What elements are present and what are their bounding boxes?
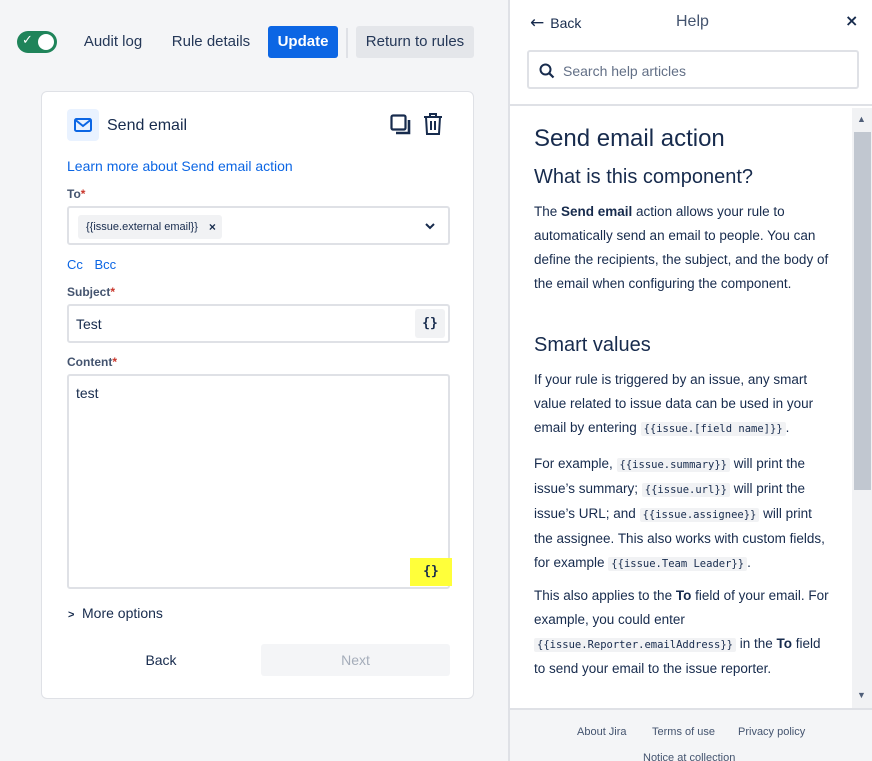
remove-chip-icon[interactable]: ×	[209, 215, 216, 239]
help-search-input[interactable]: Search help articles	[527, 50, 859, 89]
content-textarea[interactable]: test {}	[67, 374, 452, 589]
chevron-right-icon: >	[68, 609, 75, 621]
arrow-left-icon: ←	[530, 13, 545, 33]
bcc-link[interactable]: Bcc	[95, 257, 117, 272]
search-placeholder: Search help articles	[563, 63, 686, 79]
rule-details-button[interactable]: Rule details	[165, 26, 257, 58]
audit-log-button[interactable]: Audit log	[74, 26, 152, 58]
recipient-chip-label: {{issue.external email}}	[86, 221, 198, 233]
content-label: Content*	[67, 355, 117, 369]
next-button[interactable]: Next	[261, 644, 450, 676]
chevron-down-icon[interactable]	[424, 222, 436, 230]
send-email-card: Send email Learn more about Send email a…	[41, 91, 474, 699]
content-smart-value-button[interactable]: {}	[410, 558, 452, 586]
subject-smart-value-button[interactable]: {}	[415, 309, 445, 338]
help-panel: ← Back Help × Search help articles Send e…	[508, 0, 872, 761]
terms-link[interactable]: Terms of use	[652, 726, 715, 738]
component-title: Send email	[107, 117, 188, 134]
check-icon: ✓	[22, 33, 33, 48]
cc-bcc-links: Cc Bcc	[67, 257, 124, 272]
return-to-rules-button[interactable]: Return to rules	[356, 26, 474, 58]
more-options-toggle[interactable]: > More options	[68, 605, 163, 621]
copy-icon[interactable]	[390, 114, 412, 139]
trash-icon[interactable]	[422, 112, 444, 139]
subject-input[interactable]: Test {}	[67, 304, 450, 343]
help-footer: About Jira Terms of use Privacy policy N…	[510, 708, 872, 761]
help-back-button[interactable]: ← Back	[530, 13, 581, 33]
help-title: Help	[676, 13, 709, 30]
help-article: Send email action What is this component…	[510, 108, 852, 708]
subject-label: Subject*	[67, 285, 116, 299]
search-icon	[539, 63, 555, 79]
scroll-down-icon[interactable]: ▼	[857, 690, 866, 700]
help-header: ← Back Help × Search help articles	[510, 0, 872, 106]
to-recipients-select[interactable]: {{issue.external email}} ×	[67, 206, 450, 245]
about-jira-link[interactable]: About Jira	[577, 726, 627, 738]
subject-value: Test	[76, 316, 102, 332]
learn-more-link[interactable]: Learn more about Send email action	[67, 158, 293, 174]
smart-values-paragraph: If your rule is triggered by an issue, a…	[534, 372, 814, 436]
to-field-paragraph: This also applies to the To field of you…	[534, 588, 829, 676]
recipient-chip: {{issue.external email}} ×	[78, 215, 222, 239]
to-label: To*	[67, 187, 86, 201]
section-title-smart-values: Smart values	[534, 334, 651, 356]
article-title: Send email action	[534, 125, 725, 152]
cc-link[interactable]: Cc	[67, 257, 83, 272]
update-button[interactable]: Update	[268, 26, 338, 58]
back-button[interactable]: Back	[67, 644, 255, 676]
notice-link[interactable]: Notice at collection	[643, 752, 735, 761]
rule-editor-panel: ✓ Audit log Rule details Update Return t…	[0, 0, 508, 761]
help-back-label: Back	[550, 15, 582, 31]
rule-toolbar: ✓ Audit log Rule details Update Return t…	[0, 0, 508, 84]
more-options-label: More options	[82, 605, 163, 621]
section-title-what: What is this component?	[534, 166, 753, 188]
close-icon[interactable]: ×	[845, 11, 858, 30]
privacy-link[interactable]: Privacy policy	[738, 726, 805, 738]
rule-enabled-toggle[interactable]: ✓	[17, 31, 57, 53]
content-value: test	[76, 385, 99, 401]
toolbar-divider	[346, 28, 348, 58]
scroll-thumb[interactable]	[854, 132, 871, 490]
section-what-text: The Send email action allows your rule t…	[534, 204, 829, 291]
mail-icon	[67, 109, 99, 141]
help-scrollbar[interactable]: ▲ ▼	[852, 108, 872, 708]
smart-values-examples: For example, {{issue.summary}} will prin…	[534, 456, 825, 571]
toggle-knob	[38, 34, 54, 50]
scroll-up-icon[interactable]: ▲	[857, 114, 866, 124]
